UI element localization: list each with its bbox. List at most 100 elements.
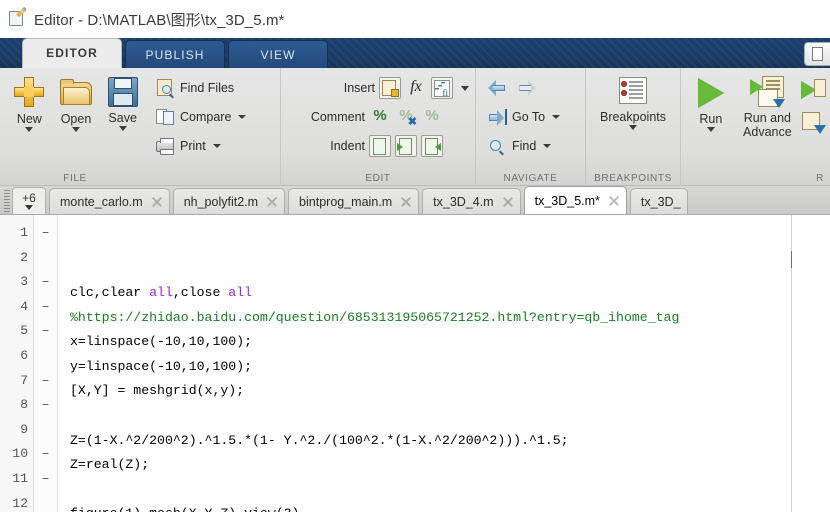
code-line: x=linspace(-10,10,100); (70, 330, 830, 355)
line-number: 1 (20, 225, 28, 240)
close-icon[interactable] (502, 196, 514, 208)
code-keyword: all (228, 285, 253, 300)
line-number: 6 (20, 347, 28, 363)
open-dropdown-arrow[interactable] (72, 127, 80, 132)
print-dropdown-arrow[interactable] (212, 144, 221, 148)
tab-view[interactable]: VIEW (228, 40, 328, 68)
code-text: ,close (172, 285, 229, 300)
group-label-navigate: NAVIGATE (503, 173, 558, 184)
print-button[interactable]: Print (154, 133, 248, 159)
tab-publish[interactable]: PUBLISH (125, 40, 225, 68)
comment-row: Comment % % ✖ % (285, 104, 471, 130)
find-button[interactable]: Find (486, 133, 562, 159)
indent-increase-icon[interactable] (395, 135, 417, 157)
line-number: 8 (20, 397, 28, 413)
run-section-icon[interactable] (800, 77, 826, 101)
advance-icon[interactable] (800, 110, 826, 134)
executable-line-mark[interactable] (34, 418, 57, 443)
executable-line-mark[interactable] (34, 344, 57, 369)
line-number: 7 (20, 372, 28, 388)
ribbon-tab-strip: EDITOR PUBLISH VIEW (0, 38, 830, 68)
open-button[interactable]: Open (53, 73, 100, 132)
executable-line-mark[interactable]: – (34, 270, 57, 295)
close-icon[interactable] (400, 196, 412, 208)
executable-line-mark[interactable]: – (34, 393, 57, 418)
code-text: clc,clear (70, 285, 150, 300)
code-editor[interactable]: 1 2 3 4 5 6 7 8 9 10 11 12 – – – – – – – – clc,clear all,c… (0, 215, 830, 512)
code-text: x=linspace(-10,10,100); (70, 334, 253, 350)
go-to-dropdown-arrow[interactable] (552, 115, 561, 119)
document-tab-tx-3d-4[interactable]: tx_3D_4.m (422, 188, 521, 214)
tab-bar-grip[interactable] (4, 190, 10, 212)
executable-line-mark[interactable] (34, 246, 57, 271)
find-files-button[interactable]: Find Files (154, 75, 248, 101)
breakpoints-dropdown-arrow[interactable] (629, 125, 637, 130)
code-comment: %https://zhidao.baidu.com/question/68531… (70, 309, 680, 325)
tab-editor[interactable]: EDITOR (22, 38, 122, 68)
group-label-file-spacer (150, 171, 280, 186)
executable-line-mark[interactable]: – (34, 369, 57, 394)
wrap-comment-icon[interactable]: % (421, 106, 443, 128)
save-floppy-icon (107, 77, 138, 107)
run-and-advance-icon (750, 76, 786, 108)
document-tab-monte-carlo[interactable]: monte_carlo.m (49, 188, 170, 214)
close-icon[interactable] (266, 196, 278, 208)
line-number: 9 (20, 421, 28, 437)
tab-overflow-arrow[interactable] (25, 204, 33, 210)
find-files-icon (156, 79, 175, 97)
breakpoints-button[interactable]: Breakpoints (590, 73, 676, 130)
code-text-area[interactable]: clc,clear all,close all %https://zhidao.b… (58, 215, 830, 512)
insert-snippet-icon[interactable] (379, 77, 401, 99)
run-button[interactable]: Run (685, 73, 737, 132)
close-icon[interactable] (151, 196, 163, 208)
executable-line-mark[interactable]: – (34, 319, 57, 344)
indent-row: Indent (285, 133, 471, 159)
new-dropdown-arrow[interactable] (25, 127, 34, 132)
uncomment-icon[interactable]: % ✖ (395, 106, 417, 128)
nav-arrows-row (486, 75, 562, 101)
code-line: clc,clear all,close all (70, 281, 830, 306)
save-button[interactable]: Save (99, 73, 146, 131)
run-and-advance-button[interactable]: Run and Advance (737, 73, 798, 139)
code-line: Z=(1-X.^2/200^2).^1.5.*(1- Y.^2./(100^2.… (70, 429, 830, 454)
document-toggle-icon[interactable] (804, 42, 830, 66)
indent-decrease-icon[interactable] (421, 135, 443, 157)
run-dropdown-arrow[interactable] (706, 127, 715, 132)
document-tab-bar: +6 monte_carlo.m nh_polyfit2.m bintprog_… (0, 186, 830, 215)
executable-line-mark[interactable]: – (34, 221, 57, 246)
line-number: 5 (20, 323, 28, 339)
compare-button[interactable]: Compare (154, 104, 248, 130)
go-to-button[interactable]: Go To (486, 104, 562, 130)
code-text: figure(1),mesh(X,Y,Z),view(3) (70, 506, 300, 512)
compare-dropdown-arrow[interactable] (238, 115, 247, 119)
ribbon-group-breakpoints: Breakpoints BREAKPOINTS (585, 68, 680, 186)
executable-line-mark[interactable]: – (34, 295, 57, 320)
code-text: [X,Y] = meshgrid(x,y); (70, 383, 245, 399)
executable-line-mark[interactable]: – (34, 442, 57, 467)
new-button[interactable]: New (6, 73, 53, 132)
close-icon[interactable] (608, 195, 620, 207)
document-tab-bintprog-main[interactable]: bintprog_main.m (288, 188, 420, 214)
document-tab-nh-polyfit2[interactable]: nh_polyfit2.m (172, 188, 286, 214)
line-number-gutter: 1 2 3 4 5 6 7 8 9 10 11 12 (0, 215, 34, 512)
tab-overflow-button[interactable]: +6 (12, 187, 46, 214)
find-dropdown-arrow[interactable] (543, 144, 552, 148)
insert-row: Insert fx (285, 75, 471, 101)
line-number: 10 (12, 446, 28, 462)
run-play-icon (697, 78, 724, 108)
save-dropdown-arrow[interactable] (118, 126, 127, 131)
document-tab-tx-3d-overflow[interactable]: tx_3D_ (629, 188, 688, 214)
group-label-run: R (816, 173, 824, 184)
executable-line-mark[interactable] (34, 492, 57, 512)
code-line: Z=real(Z); (70, 453, 830, 478)
text-cursor (791, 251, 792, 268)
insert-function-icon[interactable]: fx (405, 77, 427, 99)
insert-dropdown-arrow[interactable] (461, 85, 469, 91)
executable-line-mark[interactable]: – (34, 467, 57, 492)
smart-indent-icon[interactable] (369, 135, 391, 157)
comment-icon[interactable]: % (369, 106, 391, 128)
nav-back-icon[interactable] (488, 78, 510, 98)
document-tab-tx-3d-5[interactable]: tx_3D_5.m* (523, 186, 627, 214)
insert-section-icon[interactable] (431, 77, 453, 99)
